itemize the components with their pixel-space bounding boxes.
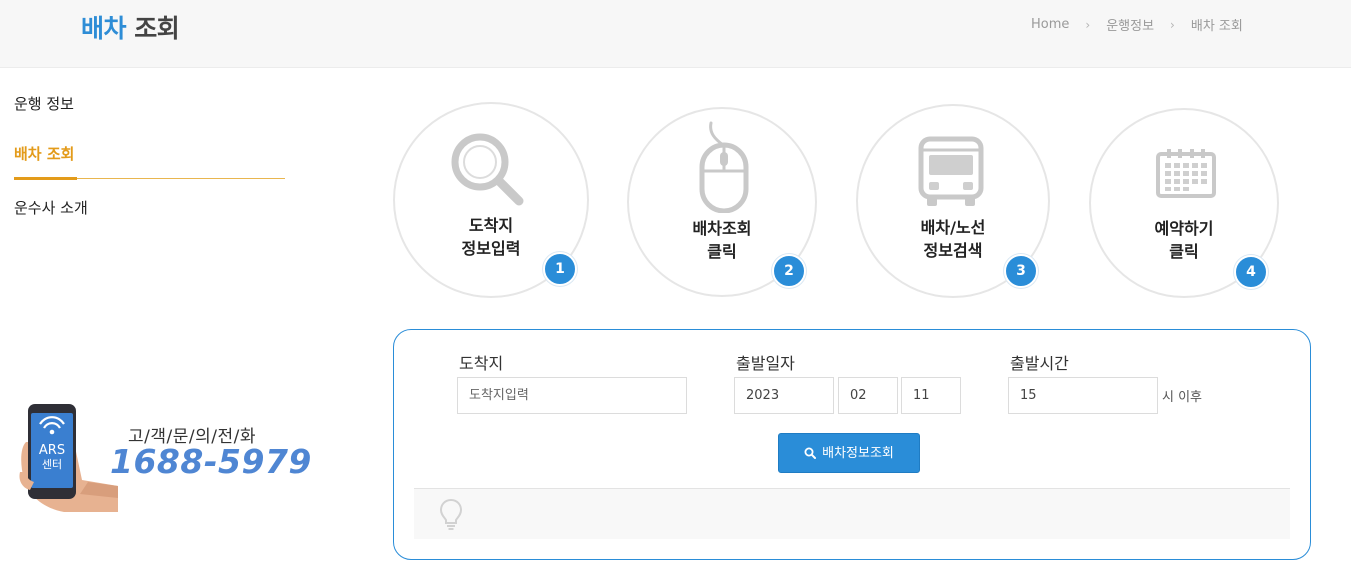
step-3-circle: 배차/노선 정보검색 3 xyxy=(856,104,1050,298)
mouse-icon xyxy=(699,121,749,213)
sidebar-active-indicator xyxy=(14,177,77,180)
phone-in-hand-icon: ARS 센터 xyxy=(19,404,118,512)
page-title-accent: 배차 xyxy=(81,14,127,43)
step-1-badge: 1 xyxy=(543,252,577,286)
breadcrumb: Home › 운행정보 › 배차 조회 xyxy=(1031,15,1243,34)
departure-month-input[interactable]: 02 xyxy=(838,377,898,414)
step-2-line1: 배차조회 xyxy=(692,219,752,238)
breadcrumb-separator-icon: › xyxy=(1085,17,1091,32)
breadcrumb-operation-info[interactable]: 운행정보 xyxy=(1106,15,1154,34)
ars-screen-line1: ARS xyxy=(39,443,65,458)
sidebar-item-dispatch-inquiry[interactable]: 배차 조회 xyxy=(14,142,74,166)
search-icon xyxy=(804,447,817,459)
page-header: 배차 조회 Home › 운행정보 › 배차 조회 xyxy=(0,0,1351,68)
breadcrumb-separator-icon: › xyxy=(1170,17,1175,32)
departure-hour-input[interactable]: 15 xyxy=(1008,377,1158,414)
step-3-line1: 배차/노선 xyxy=(920,218,986,237)
page-title-rest: 조회 xyxy=(134,14,180,43)
step-4-line1: 예약하기 xyxy=(1154,219,1214,238)
step-1-line1: 도착지 xyxy=(468,216,514,235)
dispatch-search-button-label: 배차정보조회 xyxy=(822,446,894,461)
departure-year-input[interactable]: 2023 xyxy=(734,377,834,414)
bus-icon xyxy=(918,136,984,206)
destination-label: 도착지 xyxy=(459,354,504,373)
step-2-badge: 2 xyxy=(772,254,806,288)
search-icon xyxy=(451,133,524,206)
search-result-area xyxy=(414,488,1290,539)
dispatch-search-button[interactable]: 배차정보조회 xyxy=(778,433,920,473)
page-title: 배차 조회 xyxy=(81,9,180,45)
step-1-circle: 도착지 정보입력 1 xyxy=(393,102,589,298)
lightbulb-icon xyxy=(439,498,463,530)
breadcrumb-home[interactable]: Home xyxy=(1031,17,1069,32)
destination-input[interactable]: 도착지입력 xyxy=(457,377,687,414)
departure-date-label: 출발일자 xyxy=(736,354,795,373)
time-suffix-label: 시 이후 xyxy=(1162,390,1203,405)
step-2-circle: 배차조회 클릭 2 xyxy=(627,107,817,297)
departure-time-label: 출발시간 xyxy=(1010,354,1069,373)
sidebar-item-operation-info[interactable]: 운행 정보 xyxy=(14,92,74,116)
step-3-badge: 3 xyxy=(1004,254,1038,288)
calendar-icon xyxy=(1156,149,1216,198)
dispatch-search-panel: 도착지 도착지입력 출발일자 2023 02 11 출발시간 15 시 이후 배… xyxy=(393,329,1311,560)
ars-screen-line2: 센터 xyxy=(42,458,62,471)
step-4-badge: 4 xyxy=(1234,255,1268,289)
ars-banner: ARS 센터 고/객/문/의/전/화 1688-5979 xyxy=(18,402,311,514)
ars-phone-number: 1688-5979 xyxy=(110,442,312,481)
breadcrumb-current: 배차 조회 xyxy=(1190,19,1243,34)
departure-day-input[interactable]: 11 xyxy=(901,377,961,414)
step-4-circle: 예약하기 클릭 4 xyxy=(1089,108,1279,298)
sidebar-item-company-intro[interactable]: 운수사 소개 xyxy=(14,196,88,220)
